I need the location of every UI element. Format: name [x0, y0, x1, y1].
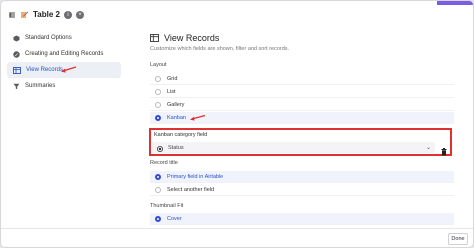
radio-button-selected[interactable] [155, 114, 161, 121]
close-circle-icon[interactable]: × [75, 10, 84, 19]
dialog-header: Table 2 i × [1, 1, 473, 28]
thumbnail-fit-label: Thumbnail Fit [150, 203, 184, 209]
sidebar-item-standard-options[interactable]: Standard Options [7, 30, 121, 46]
done-button[interactable]: Done [448, 233, 468, 245]
option-label: Select another field [167, 186, 215, 193]
sidebar-item-label: View Records [26, 67, 63, 73]
option-label: Primary field in Airtable [167, 173, 224, 180]
sidebar-item-creating-editing[interactable]: Creating and Editing Records [7, 46, 121, 62]
radio-button[interactable] [155, 88, 161, 95]
funnel-icon [13, 77, 20, 95]
kanban-field-label: Kanban category field [154, 132, 208, 138]
layout-option-grid[interactable]: Grid [150, 73, 454, 85]
option-label: Gallery [167, 101, 185, 108]
record-title-label: Record title [150, 160, 178, 166]
main-header: View Records [150, 31, 454, 45]
thumbnail-fit-option-cover[interactable]: Cover [150, 213, 454, 225]
edit-icon [20, 10, 29, 19]
annotation-arrow-icon [61, 66, 77, 73]
radio-button-selected[interactable] [155, 215, 161, 222]
dialog-footer: Done [1, 228, 473, 247]
settings-dialog: Table 2 i × Standard Options Creating an… [0, 0, 474, 248]
sidebar-item-summaries[interactable]: Summaries [7, 78, 121, 94]
chevron-down-icon: ⌄ [425, 145, 431, 151]
sidebar: Standard Options Creating and Editing Re… [1, 28, 126, 228]
radio-button-selected[interactable] [155, 173, 161, 180]
info-icon[interactable]: i [63, 10, 72, 19]
sidebar-item-view-records[interactable]: View Records [7, 62, 121, 78]
single-select-icon [157, 139, 163, 157]
layout-label: Layout [150, 62, 167, 68]
option-label: Cover [167, 215, 182, 222]
layout-option-list[interactable]: List [150, 86, 454, 98]
collapse-sidebar-icon[interactable] [8, 11, 16, 19]
record-title-option-primary[interactable]: Primary field in Airtable [150, 171, 454, 183]
option-label: List [167, 88, 176, 95]
layout-option-kanban[interactable]: Kanban [150, 112, 454, 124]
radio-button[interactable] [155, 186, 161, 193]
option-label: Kanban [167, 114, 186, 121]
kanban-field-highlight: Kanban category field Status ⌄ [149, 128, 452, 156]
dialog-title: Table 2 [33, 10, 60, 19]
sidebar-item-label: Summaries [25, 83, 56, 89]
layout-option-gallery[interactable]: Gallery [150, 99, 454, 111]
sidebar-item-label: Creating and Editing Records [25, 51, 104, 57]
main-panel: View Records Customize which fields are … [149, 31, 454, 231]
radio-button[interactable] [155, 75, 161, 82]
page-title: View Records [164, 33, 220, 43]
kanban-field-select[interactable]: Status ⌄ [152, 142, 435, 153]
trash-icon[interactable] [441, 143, 447, 161]
page-description: Customize which fields are shown, filter… [150, 46, 290, 52]
option-label: Grid [167, 75, 178, 82]
kanban-field-value: Status [168, 144, 184, 151]
record-title-option-other[interactable]: Select another field [150, 184, 454, 196]
annotation-arrow-icon [190, 114, 206, 121]
view-records-icon [150, 29, 159, 47]
radio-button[interactable] [155, 101, 161, 108]
sidebar-item-label: Standard Options [25, 35, 72, 41]
